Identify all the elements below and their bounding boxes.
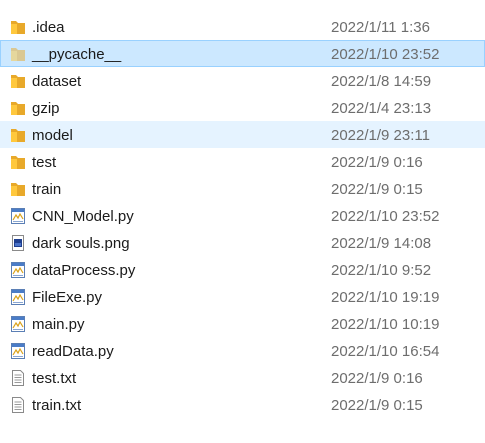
file-date: 2022/1/10 9:52 — [331, 262, 432, 279]
file-row[interactable]: dark souls.png 2022/1/9 14:08 — [0, 229, 485, 256]
file-row[interactable]: .idea 2022/1/11 1:36 — [0, 13, 485, 40]
file-name: dataset — [32, 73, 82, 90]
file-name: dataProcess.py — [32, 262, 136, 279]
file-name: model — [32, 127, 73, 144]
python-file-icon — [10, 342, 26, 360]
file-name: __pycache__ — [32, 46, 122, 63]
file-row[interactable]: __pycache__ 2022/1/10 23:52 — [0, 40, 485, 67]
file-date: 2022/1/10 23:52 — [331, 208, 440, 225]
file-list: .idea 2022/1/11 1:36 __pycache__ 2022/1/… — [0, 0, 485, 443]
file-row[interactable]: dataProcess.py 2022/1/10 9:52 — [0, 256, 485, 283]
file-row[interactable]: train 2022/1/9 0:15 — [0, 175, 485, 202]
file-name: dark souls.png — [32, 235, 130, 252]
file-row[interactable]: main.py 2022/1/10 10:19 — [0, 310, 485, 337]
file-name: train.txt — [32, 397, 82, 414]
file-name: gzip — [32, 100, 60, 117]
text-file-icon — [10, 396, 26, 414]
file-name: train — [32, 181, 62, 198]
file-row[interactable]: model 2022/1/9 23:11 — [0, 121, 485, 148]
file-name: .idea — [32, 19, 65, 36]
file-row[interactable]: FileExe.py 2022/1/10 19:19 — [0, 283, 485, 310]
python-file-icon — [10, 315, 26, 333]
file-date: 2022/1/9 0:15 — [331, 181, 423, 198]
python-file-icon — [10, 288, 26, 306]
file-date: 2022/1/9 23:11 — [331, 127, 430, 144]
python-file-icon — [10, 207, 26, 225]
file-date: 2022/1/10 23:52 — [331, 46, 440, 63]
file-date: 2022/1/9 0:15 — [331, 397, 423, 414]
folder-icon — [10, 18, 26, 36]
file-row[interactable]: train.txt 2022/1/9 0:15 — [0, 391, 485, 418]
file-date: 2022/1/10 10:19 — [331, 316, 440, 333]
folder-icon — [10, 126, 26, 144]
python-file-icon — [10, 261, 26, 279]
file-row[interactable]: gzip 2022/1/4 23:13 — [0, 94, 485, 121]
file-date: 2022/1/10 19:19 — [331, 289, 440, 306]
file-row[interactable]: CNN_Model.py 2022/1/10 23:52 — [0, 202, 485, 229]
file-name: readData.py — [32, 343, 114, 360]
file-name: test.txt — [32, 370, 77, 387]
file-row[interactable]: dataset 2022/1/8 14:59 — [0, 67, 485, 94]
file-name: test — [32, 154, 57, 171]
file-date: 2022/1/9 0:16 — [331, 154, 423, 171]
folder-icon — [10, 72, 26, 90]
file-date: 2022/1/10 16:54 — [331, 343, 440, 360]
file-date: 2022/1/4 23:13 — [331, 100, 432, 117]
file-name: FileExe.py — [32, 289, 103, 306]
image-file-icon — [10, 234, 26, 252]
text-file-icon — [10, 369, 26, 387]
file-date: 2022/1/9 0:16 — [331, 370, 423, 387]
file-row[interactable]: test.txt 2022/1/9 0:16 — [0, 364, 485, 391]
file-date: 2022/1/9 14:08 — [331, 235, 432, 252]
file-name: main.py — [32, 316, 85, 333]
file-date: 2022/1/11 1:36 — [331, 19, 430, 36]
file-row[interactable]: test 2022/1/9 0:16 — [0, 148, 485, 175]
folder-icon — [10, 180, 26, 198]
file-name: CNN_Model.py — [32, 208, 134, 225]
file-date: 2022/1/8 14:59 — [331, 73, 432, 90]
folder-icon — [10, 153, 26, 171]
folder-icon — [10, 99, 26, 117]
file-row[interactable]: readData.py 2022/1/10 16:54 — [0, 337, 485, 364]
folder-faded-icon — [10, 45, 26, 63]
